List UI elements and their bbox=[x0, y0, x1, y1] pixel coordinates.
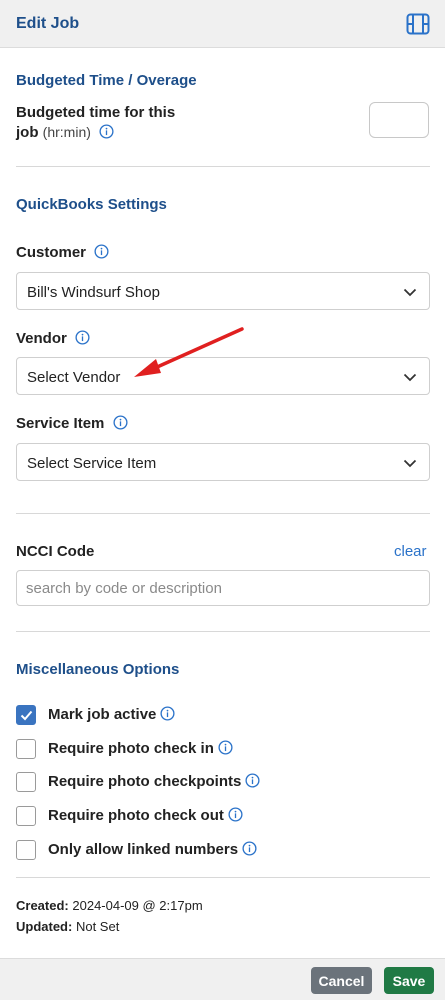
budget-unit: (hr:min) bbox=[42, 124, 91, 140]
created-value: 2024-04-09 @ 2:17pm bbox=[72, 898, 203, 913]
info-icon[interactable] bbox=[228, 807, 243, 822]
customer-select[interactable]: Bill's Windsurf Shop bbox=[16, 272, 430, 310]
created-label: Created: bbox=[16, 898, 69, 913]
misc-section-title: Miscellaneous Options bbox=[16, 661, 180, 678]
divider bbox=[16, 631, 430, 632]
service-item-select-value: Select Service Item bbox=[27, 455, 157, 472]
info-icon[interactable] bbox=[75, 330, 90, 345]
vendor-label-wrap: Vendor bbox=[16, 330, 90, 347]
save-button[interactable]: Save bbox=[384, 967, 434, 994]
cancel-button[interactable]: Cancel bbox=[311, 967, 372, 994]
service-item-select[interactable]: Select Service Item bbox=[16, 443, 430, 481]
annotation-arrow-icon bbox=[134, 327, 244, 377]
checkmark-icon bbox=[20, 710, 33, 721]
misc-option-label-wrap: Require photo checkpoints bbox=[48, 773, 260, 790]
chevron-down-icon bbox=[403, 373, 417, 382]
misc-option-label-wrap: Require photo check in bbox=[48, 740, 233, 757]
misc-option-label-wrap: Mark job active bbox=[48, 706, 175, 723]
chevron-down-icon bbox=[403, 459, 417, 468]
ncci-label: NCCI Code bbox=[16, 543, 95, 560]
customer-select-value: Bill's Windsurf Shop bbox=[27, 284, 160, 301]
budget-label-line2: job bbox=[16, 124, 39, 141]
divider bbox=[16, 166, 430, 167]
vendor-label: Vendor bbox=[16, 330, 67, 347]
budget-time-input[interactable] bbox=[369, 102, 429, 138]
divider bbox=[16, 513, 430, 514]
misc-option-label: Require photo check in bbox=[48, 740, 214, 757]
info-icon[interactable] bbox=[245, 773, 260, 788]
budget-section-title: Budgeted Time / Overage bbox=[16, 72, 197, 89]
misc-option-checkbox[interactable] bbox=[16, 806, 36, 826]
dialog-title: Edit Job bbox=[16, 15, 80, 32]
misc-option-checkbox[interactable] bbox=[16, 739, 36, 759]
budget-label-line2-wrap: job (hr:min) bbox=[16, 124, 114, 141]
ncci-clear-link[interactable]: clear bbox=[394, 543, 427, 560]
updated-label: Updated: bbox=[16, 919, 73, 934]
info-icon[interactable] bbox=[113, 415, 128, 430]
dialog-footer: Cancel Save bbox=[0, 958, 445, 1000]
created-info: Created: 2024-04-09 @ 2:17pm bbox=[16, 898, 203, 913]
misc-option-label-wrap: Require photo check out bbox=[48, 807, 243, 824]
misc-option-label: Require photo checkpoints bbox=[48, 773, 242, 790]
misc-option-checkbox[interactable] bbox=[16, 840, 36, 860]
chevron-down-icon bbox=[403, 288, 417, 297]
updated-value: Not Set bbox=[75, 919, 120, 934]
misc-option-label: Require photo check out bbox=[48, 807, 224, 824]
misc-option-label: Mark job active bbox=[48, 706, 157, 723]
dialog-header: Edit Job bbox=[0, 0, 445, 48]
customer-label: Customer bbox=[16, 244, 87, 261]
info-icon[interactable] bbox=[242, 841, 257, 856]
updated-info: Updated: Not Set bbox=[16, 919, 119, 934]
vendor-select-value: Select Vendor bbox=[27, 369, 121, 386]
sidebar-panel-icon[interactable] bbox=[406, 13, 430, 35]
info-icon[interactable] bbox=[94, 244, 109, 259]
misc-option-checkbox[interactable] bbox=[16, 772, 36, 792]
service-item-label: Service Item bbox=[16, 415, 105, 432]
divider bbox=[16, 877, 430, 878]
misc-option-label-wrap: Only allow linked numbers bbox=[48, 841, 257, 858]
misc-option-label: Only allow linked numbers bbox=[48, 841, 239, 858]
info-icon[interactable] bbox=[218, 740, 233, 755]
misc-option-checkbox[interactable] bbox=[16, 705, 36, 725]
service-item-label-wrap: Service Item bbox=[16, 415, 128, 432]
quickbooks-section-title: QuickBooks Settings bbox=[16, 196, 167, 213]
budget-label-line1: Budgeted time for this bbox=[16, 104, 176, 121]
info-icon[interactable] bbox=[160, 706, 175, 721]
ncci-search-input[interactable] bbox=[16, 570, 430, 606]
info-icon[interactable] bbox=[99, 124, 114, 139]
customer-label-wrap: Customer bbox=[16, 244, 109, 261]
